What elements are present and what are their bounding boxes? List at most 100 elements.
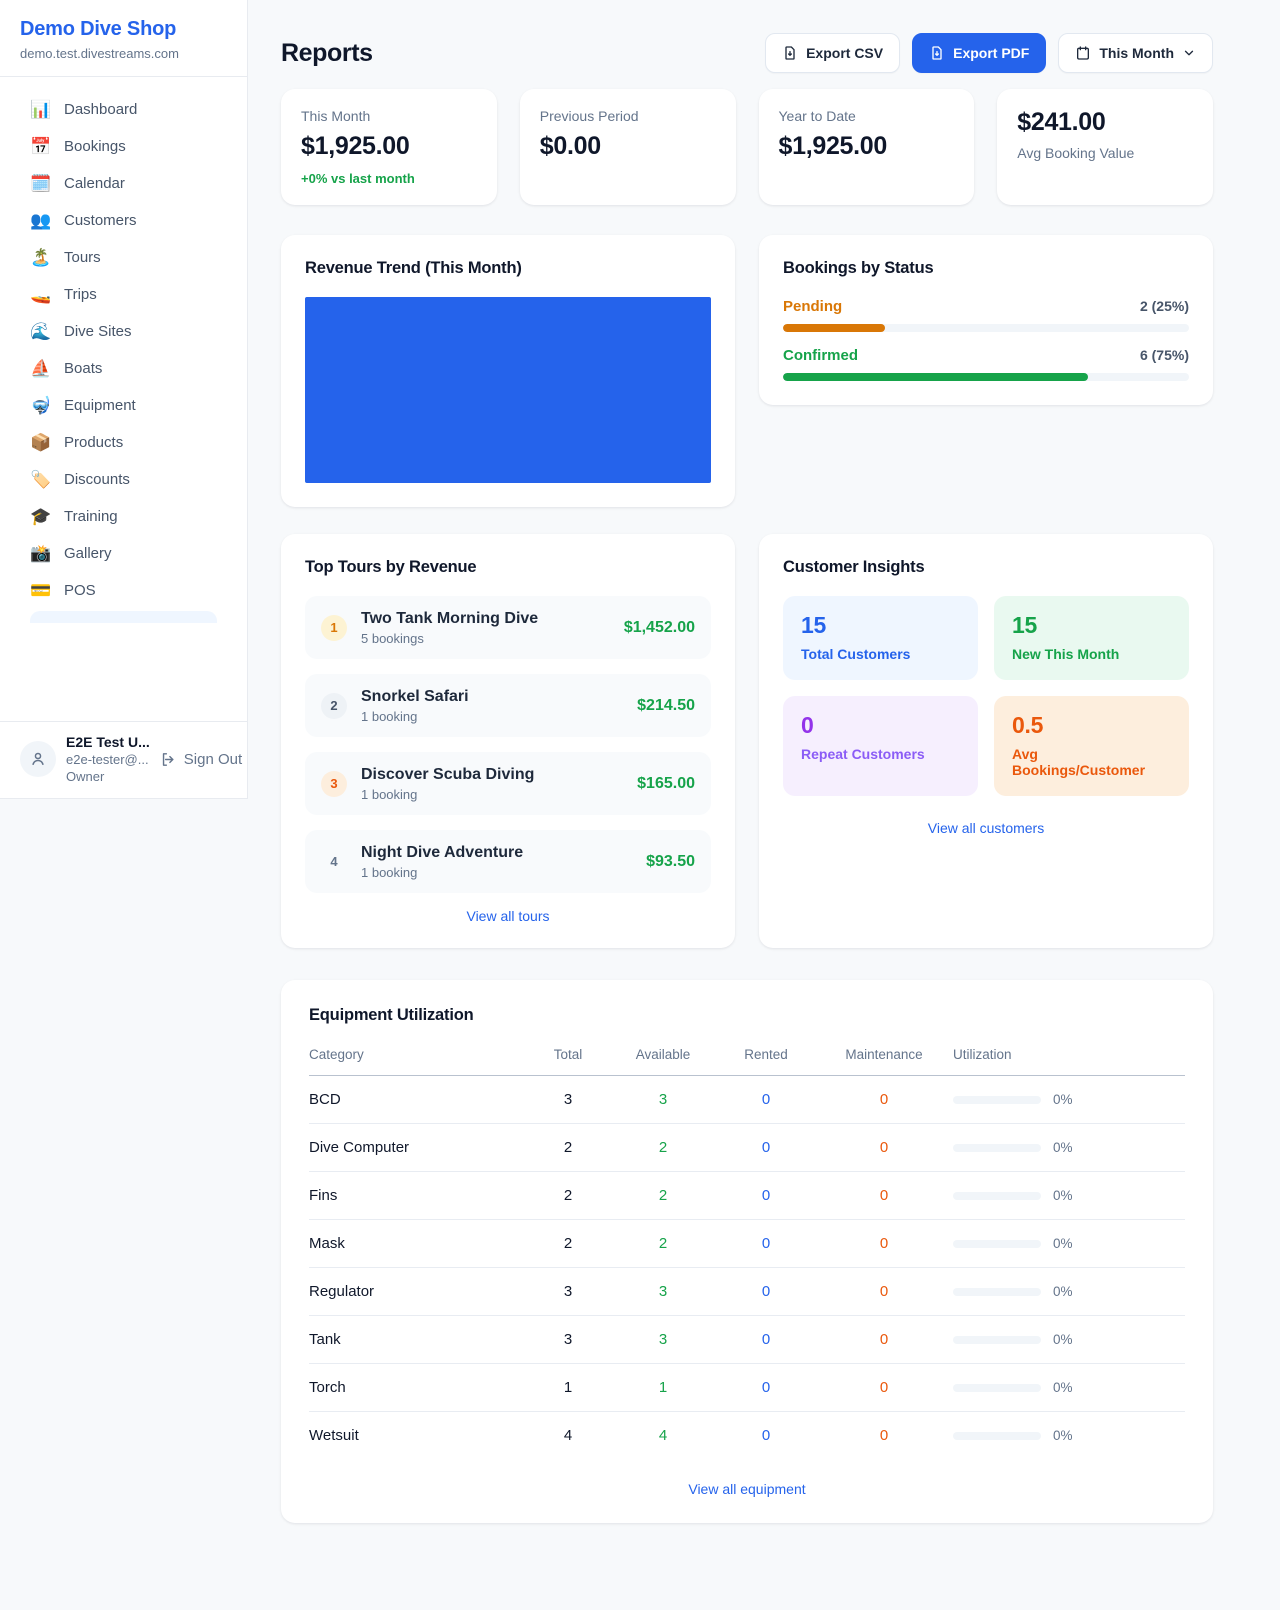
sidebar-item-label: Boats — [64, 360, 102, 377]
stat-card-avg-booking-value: $241.00 Avg Booking Value — [997, 89, 1213, 205]
sidebar-item-products[interactable]: 📦 Products — [12, 424, 235, 461]
status-bar-track — [783, 324, 1189, 332]
island-icon: 🏝️ — [30, 249, 50, 266]
user-email: e2e-tester@... — [66, 752, 150, 767]
status-row-confirmed: Confirmed 6 (75%) — [783, 347, 1189, 381]
rank-badge: 4 — [321, 849, 347, 875]
tour-row: 3 Discover Scuba Diving 1 booking $165.0… — [305, 752, 711, 815]
sidebar-item-tours[interactable]: 🏝️ Tours — [12, 239, 235, 276]
sidebar-item-label: Gallery — [64, 545, 112, 562]
tour-name: Two Tank Morning Dive — [361, 610, 610, 628]
chevron-down-icon — [1182, 46, 1196, 60]
sidebar-item-label: Discounts — [64, 471, 130, 488]
charts-row: Revenue Trend (This Month) Bookings by S… — [281, 235, 1213, 507]
sidebar-item-dashboard[interactable]: 📊 Dashboard — [12, 91, 235, 128]
equipment-table: Category Total Available Rented Maintena… — [309, 1034, 1185, 1459]
view-all-customers-link[interactable]: View all customers — [783, 820, 1189, 836]
tour-amount: $214.50 — [637, 697, 695, 715]
view-all-equipment-link[interactable]: View all equipment — [309, 1481, 1185, 1497]
export-csv-button[interactable]: Export CSV — [765, 33, 900, 73]
revenue-trend-title: Revenue Trend (This Month) — [305, 259, 711, 278]
sidebar-item-customers[interactable]: 👥 Customers — [12, 202, 235, 239]
user-info: E2E Test U... e2e-tester@... Owner — [66, 734, 150, 784]
avatar — [20, 741, 56, 777]
sidebar-item-dive-sites[interactable]: 🌊 Dive Sites — [12, 313, 235, 350]
period-select[interactable]: This Month — [1058, 33, 1213, 73]
dive-mask-icon: 🤿 — [30, 397, 50, 414]
sidebar-item-label: Bookings — [64, 138, 126, 155]
equipment-utilization-title: Equipment Utilization — [309, 1006, 1185, 1025]
status-bar-track — [783, 373, 1189, 381]
status-value: 6 (75%) — [1140, 347, 1189, 363]
table-row: Dive Computer 2 2 0 0 0% — [309, 1124, 1185, 1172]
stat-card-year-to-date: Year to Date $1,925.00 — [759, 89, 975, 205]
file-download-icon — [782, 45, 798, 61]
insights-row: Top Tours by Revenue 1 Two Tank Morning … — [281, 534, 1213, 948]
graduation-cap-icon: 🎓 — [30, 508, 50, 525]
insight-grid: 15 Total Customers 15 New This Month 0 R… — [783, 596, 1189, 796]
view-all-tours-link[interactable]: View all tours — [305, 908, 711, 924]
utilization-bar — [953, 1336, 1041, 1344]
bookings-calendar-icon: 📅 — [30, 138, 50, 155]
stat-delta: +0% vs last month — [301, 171, 477, 186]
revenue-trend-card: Revenue Trend (This Month) — [281, 235, 735, 507]
status-value: 2 (25%) — [1140, 298, 1189, 314]
stat-cards: This Month $1,925.00 +0% vs last month P… — [281, 89, 1213, 205]
sidebar-item-label: Equipment — [64, 397, 136, 414]
sidebar-item-calendar[interactable]: 🗓️ Calendar — [12, 165, 235, 202]
tour-bookings: 1 booking — [361, 865, 632, 880]
table-row: Wetsuit 4 4 0 0 0% — [309, 1412, 1185, 1460]
sidebar-item-training[interactable]: 🎓 Training — [12, 498, 235, 535]
top-tours-title: Top Tours by Revenue — [305, 558, 711, 577]
sidebar-item-label: Training — [64, 508, 118, 525]
sidebar-item-label: Customers — [64, 212, 137, 229]
sidebar-item-discounts[interactable]: 🏷️ Discounts — [12, 461, 235, 498]
sign-out-icon — [160, 751, 177, 768]
sidebar-item-boats[interactable]: ⛵ Boats — [12, 350, 235, 387]
bookings-by-status-card: Bookings by Status Pending 2 (25%) Confi… — [759, 235, 1213, 405]
sidebar-item-equipment[interactable]: 🤿 Equipment — [12, 387, 235, 424]
wave-icon: 🌊 — [30, 323, 50, 340]
tag-icon: 🏷️ — [30, 471, 50, 488]
tour-amount: $1,452.00 — [624, 619, 695, 637]
tile-new-this-month: 15 New This Month — [994, 596, 1189, 680]
sidebar-item-gallery[interactable]: 📸 Gallery — [12, 535, 235, 572]
tour-row: 2 Snorkel Safari 1 booking $214.50 — [305, 674, 711, 737]
utilization-bar — [953, 1288, 1041, 1296]
export-pdf-button[interactable]: Export PDF — [912, 33, 1046, 73]
credit-card-icon: 💳 — [30, 582, 50, 599]
table-row: Torch 1 1 0 0 0% — [309, 1364, 1185, 1412]
sidebar-item-trips[interactable]: 🚤 Trips — [12, 276, 235, 313]
tour-bookings: 5 bookings — [361, 631, 610, 646]
customers-icon: 👥 — [30, 212, 50, 229]
sidebar-item-label: Dashboard — [64, 101, 137, 118]
sidebar-item-label: Calendar — [64, 175, 125, 192]
sidebar-item-bookings[interactable]: 📅 Bookings — [12, 128, 235, 165]
utilization-bar — [953, 1384, 1041, 1392]
tour-row: 1 Two Tank Morning Dive 5 bookings $1,45… — [305, 596, 711, 659]
table-header-row: Category Total Available Rented Maintena… — [309, 1034, 1185, 1076]
package-icon: 📦 — [30, 434, 50, 451]
utilization-bar — [953, 1192, 1041, 1200]
stat-card-previous-period: Previous Period $0.00 — [520, 89, 736, 205]
customer-insights-title: Customer Insights — [783, 558, 1189, 577]
tile-repeat-customers: 0 Repeat Customers — [783, 696, 978, 796]
status-row-pending: Pending 2 (25%) — [783, 298, 1189, 332]
dashboard-icon: 📊 — [30, 101, 50, 118]
tour-bookings: 1 booking — [361, 709, 623, 724]
tour-amount: $165.00 — [637, 775, 695, 793]
sidebar-item-pos[interactable]: 💳 POS — [12, 572, 235, 609]
sidebar-item-label: Tours — [64, 249, 101, 266]
main-content: Reports Export CSV Export PDF — [248, 0, 1280, 1563]
table-row: Mask 2 2 0 0 0% — [309, 1220, 1185, 1268]
tour-name: Snorkel Safari — [361, 688, 623, 706]
sidebar-item-reports-active-partial[interactable] — [30, 611, 217, 623]
tour-name: Night Dive Adventure — [361, 844, 632, 862]
page-header: Reports Export CSV Export PDF — [281, 33, 1213, 73]
sign-out-button[interactable]: Sign Out — [160, 751, 242, 768]
camera-icon: 📸 — [30, 545, 50, 562]
user-role: Owner — [66, 769, 150, 784]
calendar-icon: 🗓️ — [30, 175, 50, 192]
header-actions: Export CSV Export PDF This Month — [765, 33, 1213, 73]
calendar-icon — [1075, 45, 1091, 61]
